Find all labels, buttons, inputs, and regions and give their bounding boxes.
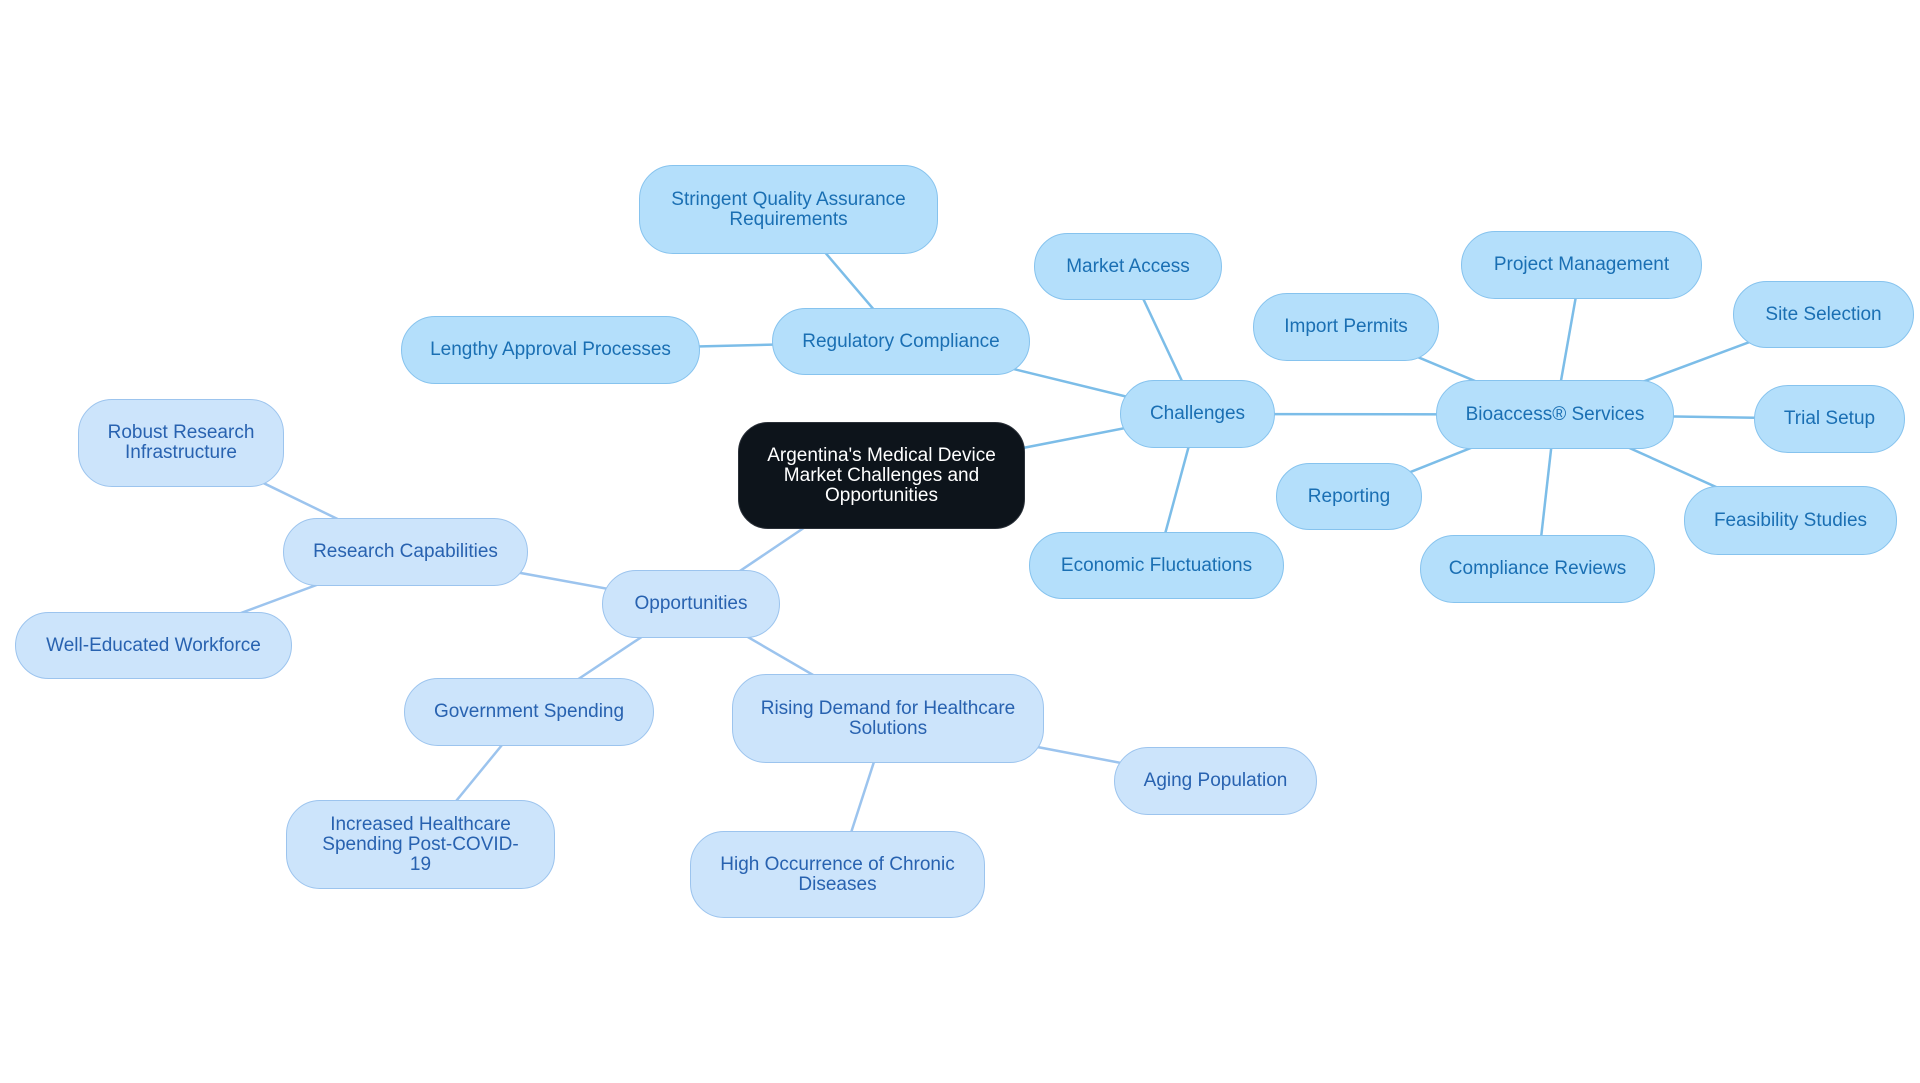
node-stringent-quality-assurance[interactable]: Stringent Quality Assurance Requirements xyxy=(639,165,938,254)
node-site-selection[interactable]: Site Selection xyxy=(1733,281,1914,348)
node-market-access[interactable]: Market Access xyxy=(1034,233,1222,300)
node-lengthy-approval-processes[interactable]: Lengthy Approval Processes xyxy=(401,316,700,384)
node-rising-demand-healthcare[interactable]: Rising Demand for Healthcare Solutions xyxy=(732,674,1044,763)
node-well-educated-workforce[interactable]: Well-Educated Workforce xyxy=(15,612,292,679)
node-research-capabilities[interactable]: Research Capabilities xyxy=(283,518,528,586)
node-opportunities[interactable]: Opportunities xyxy=(602,570,780,638)
node-increased-healthcare-spending[interactable]: Increased Healthcare Spending Post-COVID… xyxy=(286,800,555,889)
root-node[interactable]: Argentina's Medical Device Market Challe… xyxy=(738,422,1025,529)
node-trial-setup[interactable]: Trial Setup xyxy=(1754,385,1905,453)
node-project-management[interactable]: Project Management xyxy=(1461,231,1702,299)
node-chronic-diseases[interactable]: High Occurrence of Chronic Diseases xyxy=(690,831,985,918)
mind-map-canvas: Argentina's Medical Device Market Challe… xyxy=(0,0,1920,1083)
node-economic-fluctuations[interactable]: Economic Fluctuations xyxy=(1029,532,1284,599)
node-compliance-reviews[interactable]: Compliance Reviews xyxy=(1420,535,1655,603)
node-robust-research-infrastructure[interactable]: Robust Research Infrastructure xyxy=(78,399,284,487)
node-import-permits[interactable]: Import Permits xyxy=(1253,293,1439,361)
node-reporting[interactable]: Reporting xyxy=(1276,463,1422,530)
node-challenges[interactable]: Challenges xyxy=(1120,380,1275,448)
node-government-spending[interactable]: Government Spending xyxy=(404,678,654,746)
node-aging-population[interactable]: Aging Population xyxy=(1114,747,1317,815)
node-bioaccess-services[interactable]: Bioaccess® Services xyxy=(1436,380,1674,449)
node-feasibility-studies[interactable]: Feasibility Studies xyxy=(1684,486,1897,555)
node-regulatory-compliance[interactable]: Regulatory Compliance xyxy=(772,308,1030,375)
